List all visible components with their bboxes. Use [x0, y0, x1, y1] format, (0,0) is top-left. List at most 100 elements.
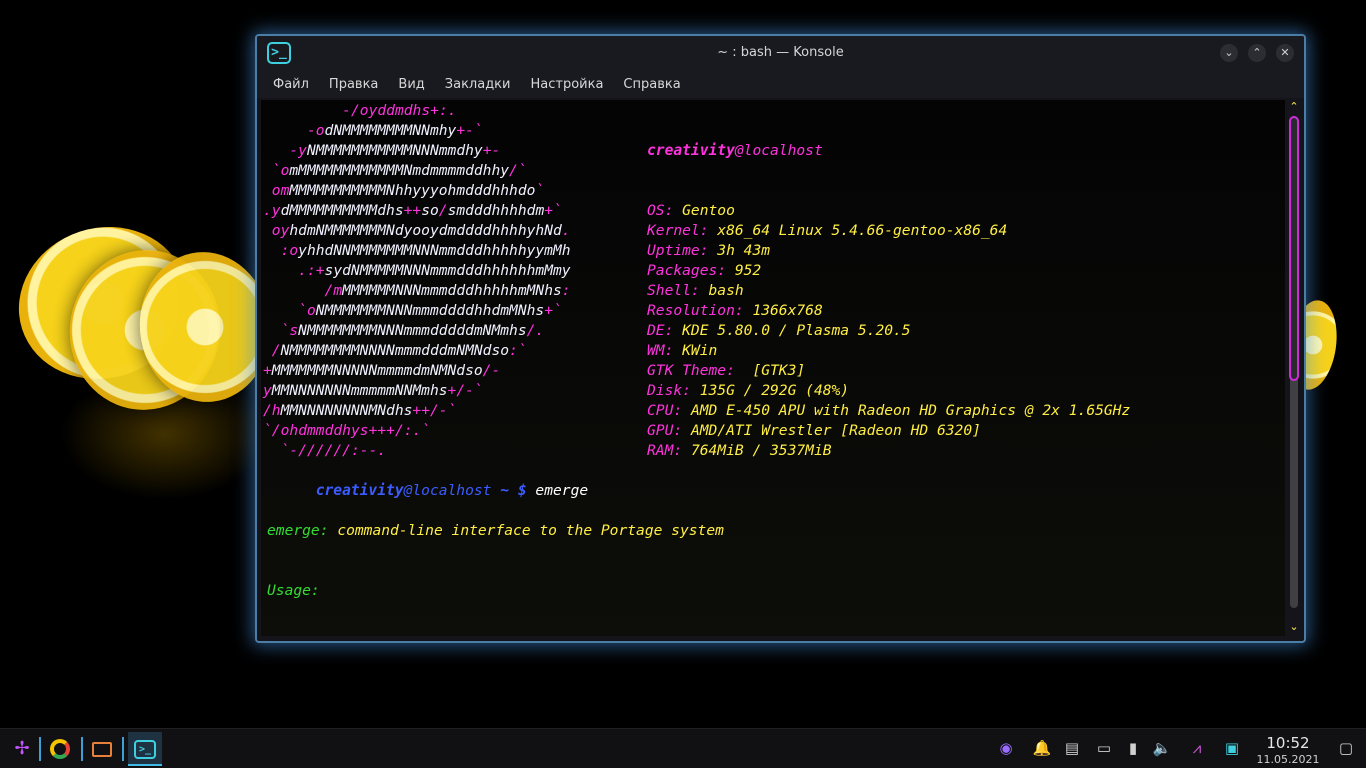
- info-row: CPU: AMD E-450 APU with Radeon HD Graphi…: [647, 401, 1130, 421]
- scroll-up-arrow-icon[interactable]: ⌃: [1287, 100, 1301, 114]
- info-value: AMD E-450 APU with Radeon HD Graphics @ …: [682, 402, 1131, 419]
- info-row: RAM: 764MiB / 3537MiB: [647, 441, 1130, 461]
- clock-time[interactable]: 10:52: [1258, 734, 1318, 752]
- clipboard-icon[interactable]: ▤: [1062, 739, 1082, 757]
- maximize-button[interactable]: ⌃: [1248, 44, 1266, 62]
- ascii-line: /NMMMMMMMMNNNNmmmdddmNMNdso:`: [271, 342, 527, 359]
- scroll-thumb[interactable]: [1289, 116, 1299, 381]
- info-host: @localhost: [734, 142, 823, 159]
- ascii-line: `sNMMMMMMMMNNNmmmdddddmNMmhs/.: [280, 322, 545, 339]
- info-row: WM: KWin: [647, 341, 1130, 361]
- info-key: Kernel:: [647, 222, 709, 239]
- info-value: 135G / 292G (48%): [690, 382, 850, 399]
- info-row: GTK Theme: [GTK3]: [647, 361, 1130, 381]
- media-player-icon[interactable]: ◉: [996, 739, 1016, 757]
- info-value: 764MiB / 3537MiB: [682, 442, 832, 459]
- ascii-line: -odNMMMMMMMMNNmhy+-`: [306, 122, 483, 139]
- info-header: creativity@localhost: [647, 141, 1130, 161]
- ascii-line: omMMMMMMMMMMMNhhyyyohmdddhhhdo`: [271, 182, 545, 199]
- close-button[interactable]: ✕: [1276, 44, 1294, 62]
- info-key: Uptime:: [647, 242, 709, 259]
- volume-icon[interactable]: 🔈: [1152, 739, 1172, 757]
- gentoo-ascii-logo: -/oyddmdhs+:. -odNMMMMMMMMNNmhy+-` -yNMM…: [263, 101, 571, 461]
- menu-settings[interactable]: Настройка: [520, 77, 613, 92]
- ascii-line: .ydMMMMMMMMMMdhs++so/smdddhhhhdm+`: [263, 202, 562, 219]
- scroll-down-arrow-icon[interactable]: ⌄: [1287, 620, 1301, 634]
- info-value: x86_64 Linux 5.4.66-gentoo-x86_64: [708, 222, 1008, 239]
- info-value: 3h 43m: [708, 242, 771, 259]
- menu-bar: Файл Правка Вид Закладки Настройка Справ…: [257, 70, 1304, 98]
- chrome-icon[interactable]: [46, 735, 74, 763]
- system-monitor-icon[interactable]: ⩘: [1187, 739, 1207, 757]
- usb-device-icon[interactable]: ▮: [1123, 739, 1143, 757]
- info-key: OS:: [647, 202, 674, 219]
- ascii-line: `oNMMMMMMMNNNmmmddddhhdmMNhs+`: [298, 302, 562, 319]
- konsole-tray-icon[interactable]: ▣: [1222, 739, 1242, 757]
- info-value: KWin: [673, 342, 718, 359]
- ascii-line: /mMMMMMMNNNmmmdddhhhhhmMNhs:: [324, 282, 571, 299]
- ascii-line: /hMMNNNNNNNNMNdhs++/-`: [263, 402, 457, 419]
- info-value: AMD/ATI Wrestler [Radeon HD 6320]: [682, 422, 981, 439]
- menu-view[interactable]: Вид: [388, 77, 434, 92]
- ascii-line: `/ohdmmddhys+++/:.`: [263, 422, 431, 439]
- info-value: 1366x768: [743, 302, 823, 319]
- info-key: DE:: [647, 322, 674, 339]
- terminal-scrollbar[interactable]: ⌃ ⌄: [1287, 100, 1301, 636]
- ascii-line: -/oyddmdhs+:.: [342, 102, 457, 119]
- info-key: CPU:: [647, 402, 683, 419]
- info-user: creativity: [647, 142, 735, 159]
- terminal-area[interactable]: -/oyddmdhs+:. -odNMMMMMMMMNNmhy+-` -yNMM…: [261, 100, 1285, 636]
- clock-date[interactable]: 11.05.2021: [1254, 753, 1322, 766]
- file-manager-icon[interactable]: [88, 735, 116, 763]
- info-row: Disk: 135G / 292G (48%): [647, 381, 1130, 401]
- info-key: Resolution:: [647, 302, 744, 319]
- menu-edit[interactable]: Правка: [319, 77, 388, 92]
- title-bar[interactable]: >_ ~ : bash — Konsole ⌄ ⌃ ✕: [257, 36, 1304, 70]
- ascii-line: .:+sydNMMMMMNNNmmmdddhhhhhhmMmy: [298, 262, 571, 279]
- info-key: WM:: [647, 342, 674, 359]
- info-row: Packages: 952: [647, 261, 1130, 281]
- info-key: Disk:: [647, 382, 691, 399]
- ascii-line: yMMNNNNNNNmmmmmNNMmhs+/-`: [263, 382, 483, 399]
- info-key: GTK Theme:: [647, 362, 735, 379]
- output-cmd-name: emerge:: [267, 522, 329, 539]
- info-key: Shell:: [647, 282, 700, 299]
- info-row: GPU: AMD/ATI Wrestler [Radeon HD 6320]: [647, 421, 1130, 441]
- battery-icon[interactable]: ▭: [1094, 739, 1114, 757]
- application-launcher-icon[interactable]: ✢: [8, 735, 36, 763]
- info-value: Gentoo: [673, 202, 735, 219]
- info-key: Packages:: [647, 262, 727, 279]
- menu-file[interactable]: Файл: [263, 77, 319, 92]
- ascii-line: :oyhhdNNMMMMMMMNNNmmdddhhhhhyymMh: [280, 242, 571, 259]
- info-row: OS: Gentoo: [647, 201, 1130, 221]
- ascii-line: `omMMMMMMMMMMMMNmdmmmmddhhy/`: [271, 162, 527, 179]
- menu-help[interactable]: Справка: [613, 77, 690, 92]
- info-row: DE: KDE 5.80.0 / Plasma 5.20.5: [647, 321, 1130, 341]
- taskbar-separator: [81, 737, 83, 761]
- konsole-window[interactable]: >_ ~ : bash — Konsole ⌄ ⌃ ✕ Файл Правка …: [255, 34, 1306, 643]
- ascii-line: `-//////:--.: [280, 442, 387, 459]
- system-info: creativity@localhost OS: Gentoo Kernel: x…: [647, 101, 1130, 461]
- konsole-task-icon[interactable]: >_: [128, 732, 162, 766]
- menu-bookmarks[interactable]: Закладки: [435, 77, 521, 92]
- info-row: Kernel: x86_64 Linux 5.4.66-gentoo-x86_6…: [647, 221, 1130, 241]
- info-row: Uptime: 3h 43m: [647, 241, 1130, 261]
- info-value: KDE 5.80.0 / Plasma 5.20.5: [673, 322, 911, 339]
- taskbar: ✢ >_ ◉ 🔔 ▤ ▭ ▮ 🔈 ⩘ ▣ 10:52 11.05.2021 ▢: [0, 728, 1366, 768]
- output-description: command-line interface to the Portage sy…: [337, 522, 724, 539]
- taskbar-separator: [39, 737, 41, 761]
- info-value: 952: [726, 262, 762, 279]
- minimize-button[interactable]: ⌄: [1220, 44, 1238, 62]
- info-value: [GTK3]: [734, 362, 806, 379]
- ascii-line: oyhdmNMMMMMMMNdyooydmddddhhhhyhNd.: [271, 222, 571, 239]
- ascii-line: -yNMMMMMMMMMMMNNNmmdhy+-: [289, 142, 501, 159]
- usage-label: Usage:: [267, 582, 320, 599]
- ascii-line: +MMMMMMMNNNNNmmmmdmNMNdso/-: [263, 362, 501, 379]
- info-key: RAM:: [647, 442, 683, 459]
- info-row: Shell: bash: [647, 281, 1130, 301]
- show-desktop-icon[interactable]: ▢: [1336, 739, 1356, 757]
- taskbar-separator: [122, 737, 124, 761]
- window-title: ~ : bash — Konsole: [717, 45, 844, 60]
- info-value: bash: [699, 282, 744, 299]
- notifications-bell-icon[interactable]: 🔔: [1032, 739, 1052, 757]
